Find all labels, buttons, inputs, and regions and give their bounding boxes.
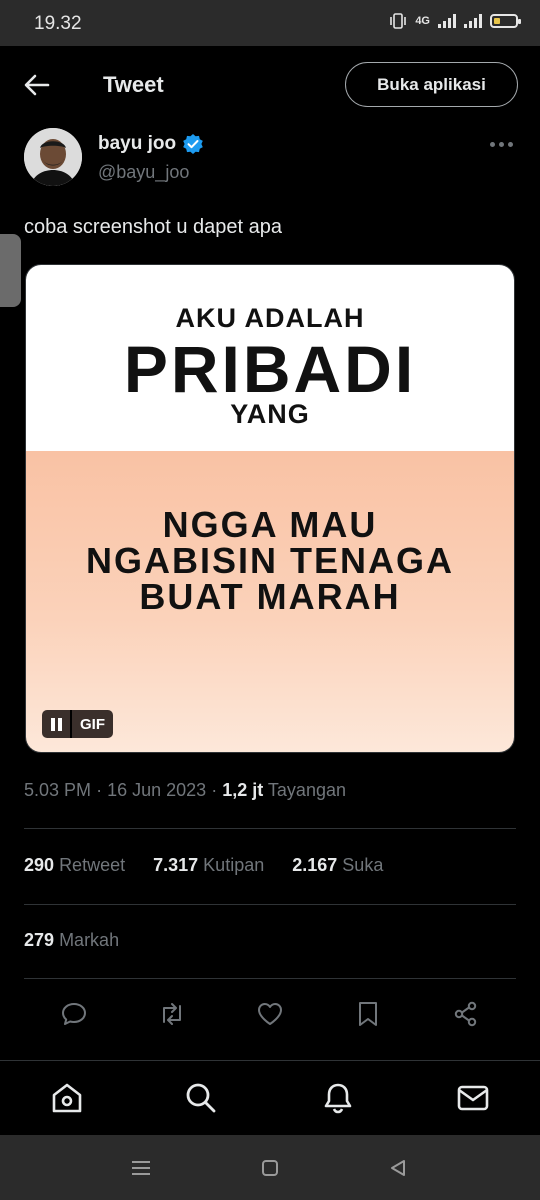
tweet-text: coba screenshot u dapet apa (24, 216, 282, 238)
share-button[interactable] (448, 996, 484, 1032)
media-top-panel: AKU ADALAH PRIBADI YANG (26, 265, 514, 451)
battery-icon (490, 14, 521, 28)
status-bar: 19.32 4G (0, 0, 540, 46)
tweet-author: bayu joo @bayu_joo (24, 128, 518, 188)
media-bottom-panel: NGGA MAU NGABISIN TENAGA BUAT MARAH (26, 451, 514, 752)
retweets-count: 290 (24, 855, 55, 875)
retweets-label: Retweet (59, 855, 126, 875)
views-label: Tayangan (267, 780, 346, 800)
quotes-count: 7.317 (153, 855, 199, 875)
menu-icon (132, 1161, 150, 1175)
nav-home[interactable] (48, 1079, 86, 1117)
pause-icon[interactable] (42, 710, 72, 738)
page-title: Tweet (103, 72, 164, 97)
mail-icon (457, 1085, 489, 1111)
back-arrow-icon (24, 74, 50, 96)
gif-control[interactable]: GIF (42, 710, 113, 738)
media-body-line: BUAT MARAH (139, 576, 401, 617)
status-time: 19.32 (34, 13, 82, 34)
square-icon (262, 1160, 278, 1176)
bookmark-icon (359, 1002, 377, 1026)
views-count: 1,2 jt (222, 780, 264, 800)
network-type: 4G (415, 15, 430, 27)
meta-separator: · (96, 780, 103, 800)
likes-label: Suka (342, 855, 384, 875)
vibrate-icon (390, 13, 407, 29)
quotes-stat[interactable]: 7.317 Kutipan (153, 855, 264, 876)
divider (24, 904, 516, 905)
signal-icon-2 (464, 14, 482, 28)
share-icon (454, 1001, 477, 1027)
media-text-line3: YANG (230, 399, 310, 429)
like-button[interactable] (252, 996, 288, 1032)
bottom-navigation (0, 1060, 540, 1134)
retweet-button[interactable] (154, 996, 190, 1032)
bookmark-button[interactable] (350, 996, 386, 1032)
back-button[interactable] (22, 70, 52, 100)
retweet-icon (163, 1003, 181, 1025)
avatar-image (24, 128, 82, 186)
retweets-stat[interactable]: 290 Retweet (24, 855, 125, 876)
stats-row: 290 Retweet 7.317 Kutipan 2.167 Suka (24, 855, 383, 876)
home-system-button[interactable] (257, 1155, 283, 1181)
recent-apps-button[interactable] (128, 1155, 154, 1181)
meta-separator: · (211, 780, 218, 800)
nav-search[interactable] (182, 1079, 220, 1117)
author-name: bayu joo (98, 133, 177, 154)
divider (24, 978, 516, 979)
reply-icon (62, 1003, 86, 1025)
more-options-button[interactable] (490, 136, 516, 152)
tweet-date: 16 Jun 2023 (107, 780, 207, 800)
search-icon (186, 1083, 216, 1113)
tweet-meta: 5.03 PM · 16 Jun 2023 · 1,2 jt Tayangan (24, 780, 346, 801)
media-body-line: NGGA MAU (162, 504, 378, 545)
home-icon (52, 1083, 82, 1113)
media-text-line1: AKU ADALAH (175, 303, 365, 333)
system-navigation-bar (0, 1135, 540, 1200)
heart-icon (258, 1003, 282, 1025)
bell-icon (324, 1083, 352, 1114)
nav-messages[interactable] (454, 1079, 492, 1117)
bookmarks-count: 279 (24, 930, 55, 950)
edge-panel-handle[interactable] (0, 234, 21, 307)
back-system-button[interactable] (385, 1155, 411, 1181)
media-body-line: NGABISIN TENAGA (85, 540, 454, 581)
tweet-time: 5.03 PM (24, 780, 92, 800)
signal-icon (438, 14, 456, 28)
reply-button[interactable] (56, 996, 92, 1032)
bookmarks-stat[interactable]: 279 Markah (24, 930, 119, 951)
author-name-row[interactable]: bayu joo (98, 133, 204, 155)
avatar[interactable] (24, 128, 82, 186)
verified-badge-icon (183, 134, 203, 154)
author-handle[interactable]: @bayu_joo (98, 162, 189, 183)
triangle-back-icon (391, 1160, 405, 1176)
likes-count: 2.167 (292, 855, 338, 875)
quotes-label: Kutipan (203, 855, 265, 875)
bookmarks-label: Markah (59, 930, 120, 950)
top-bar: Tweet Buka aplikasi (0, 46, 540, 124)
divider (24, 828, 516, 829)
media-body-text: NGGA MAU NGABISIN TENAGA BUAT MARAH (26, 507, 514, 615)
status-icons: 4G (389, 13, 521, 29)
media-text-line2: PRIBADI (123, 332, 417, 406)
tweet-media[interactable]: AKU ADALAH PRIBADI YANG NGGA MAU NGABISI… (25, 264, 515, 753)
open-app-button[interactable]: Buka aplikasi (345, 62, 518, 107)
tweet-actions (24, 996, 516, 1032)
gif-label: GIF (80, 715, 105, 733)
likes-stat[interactable]: 2.167 Suka (292, 855, 383, 876)
nav-notifications[interactable] (319, 1079, 357, 1117)
